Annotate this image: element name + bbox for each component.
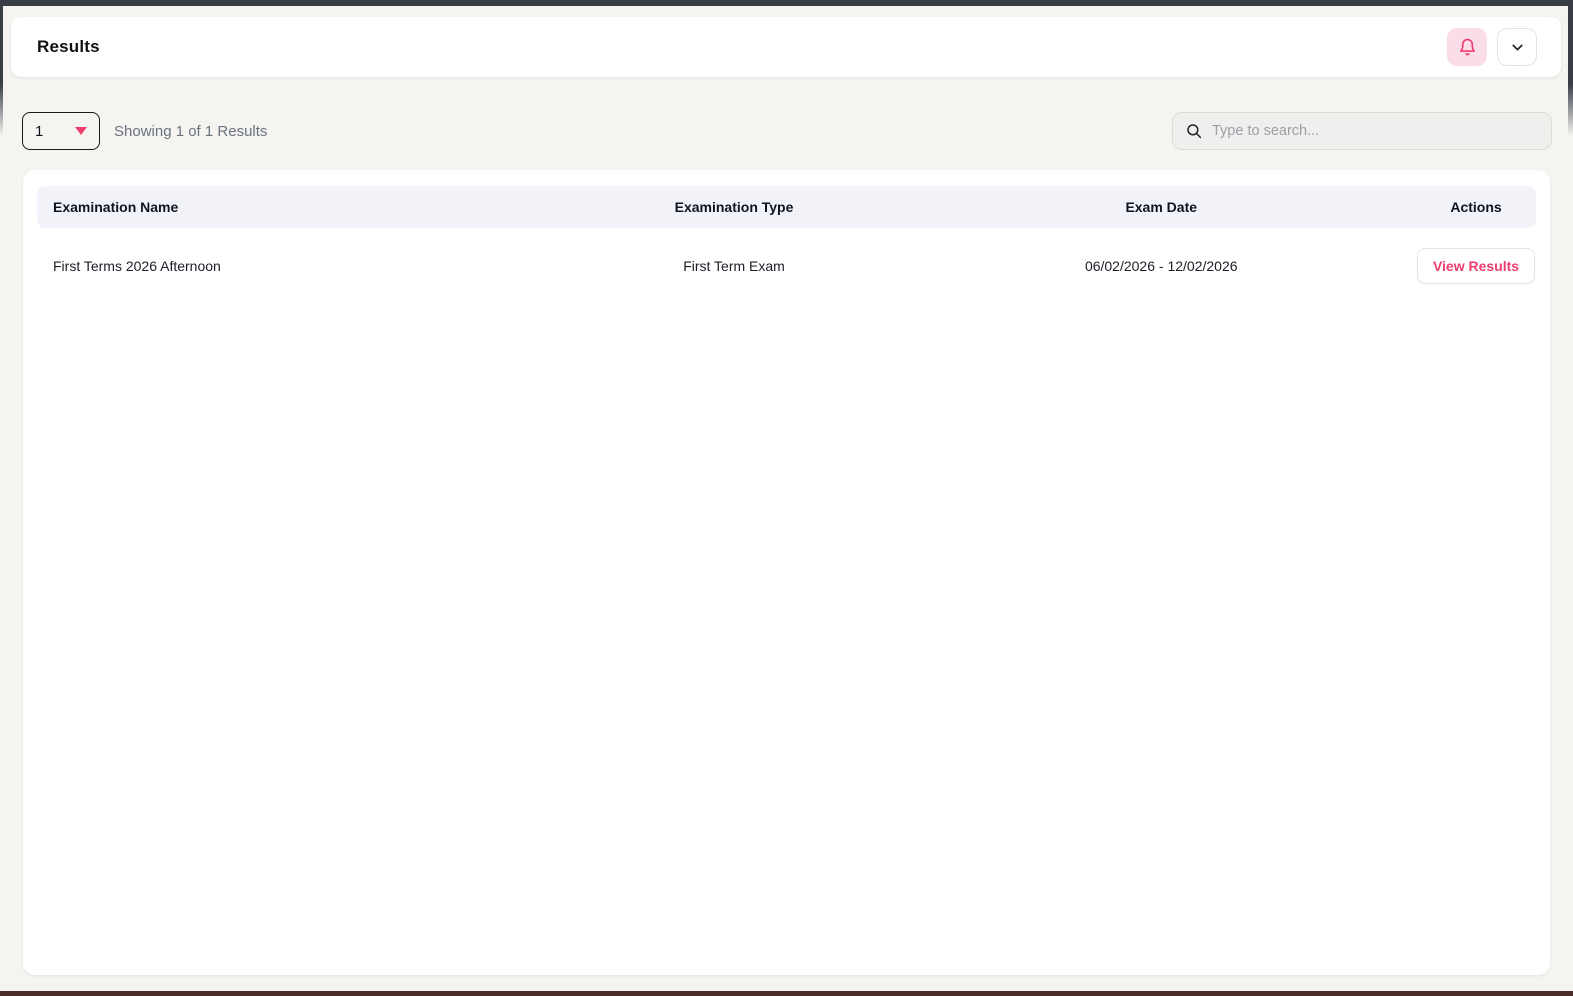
column-header-examination-type: Examination Type (562, 199, 907, 215)
notifications-button[interactable] (1447, 28, 1487, 66)
window-left-edge (0, 6, 3, 136)
cell-examination-name: First Terms 2026 Afternoon (37, 258, 562, 274)
column-header-examination-name: Examination Name (37, 199, 562, 215)
column-header-exam-date: Exam Date (906, 199, 1416, 215)
page-size-value: 1 (35, 123, 43, 140)
view-results-button[interactable]: View Results (1417, 248, 1535, 284)
page-header: Results (11, 17, 1561, 77)
results-table-card: Examination Name Examination Type Exam D… (23, 170, 1550, 975)
list-controls: 1 Showing 1 of 1 Results (22, 112, 1552, 150)
page-size-select[interactable]: 1 (22, 112, 100, 150)
column-header-actions: Actions (1416, 199, 1536, 215)
cell-examination-type: First Term Exam (562, 258, 907, 274)
table-row: First Terms 2026 Afternoon First Term Ex… (37, 228, 1536, 304)
triangle-down-icon (75, 126, 87, 136)
bell-icon (1458, 38, 1477, 57)
page-title: Results (37, 37, 100, 57)
chevron-down-icon (1509, 39, 1526, 56)
search-input[interactable] (1212, 123, 1539, 139)
window-right-edge (1568, 6, 1573, 136)
header-dropdown-button[interactable] (1497, 28, 1537, 66)
results-summary: Showing 1 of 1 Results (114, 123, 267, 140)
search-box[interactable] (1172, 112, 1552, 150)
cell-exam-date: 06/02/2026 - 12/02/2026 (906, 258, 1416, 274)
header-actions (1447, 28, 1537, 66)
window-top-bar (0, 0, 1573, 6)
table-header-row: Examination Name Examination Type Exam D… (37, 186, 1536, 228)
window-bottom-bar (0, 991, 1573, 996)
search-icon (1185, 122, 1203, 140)
